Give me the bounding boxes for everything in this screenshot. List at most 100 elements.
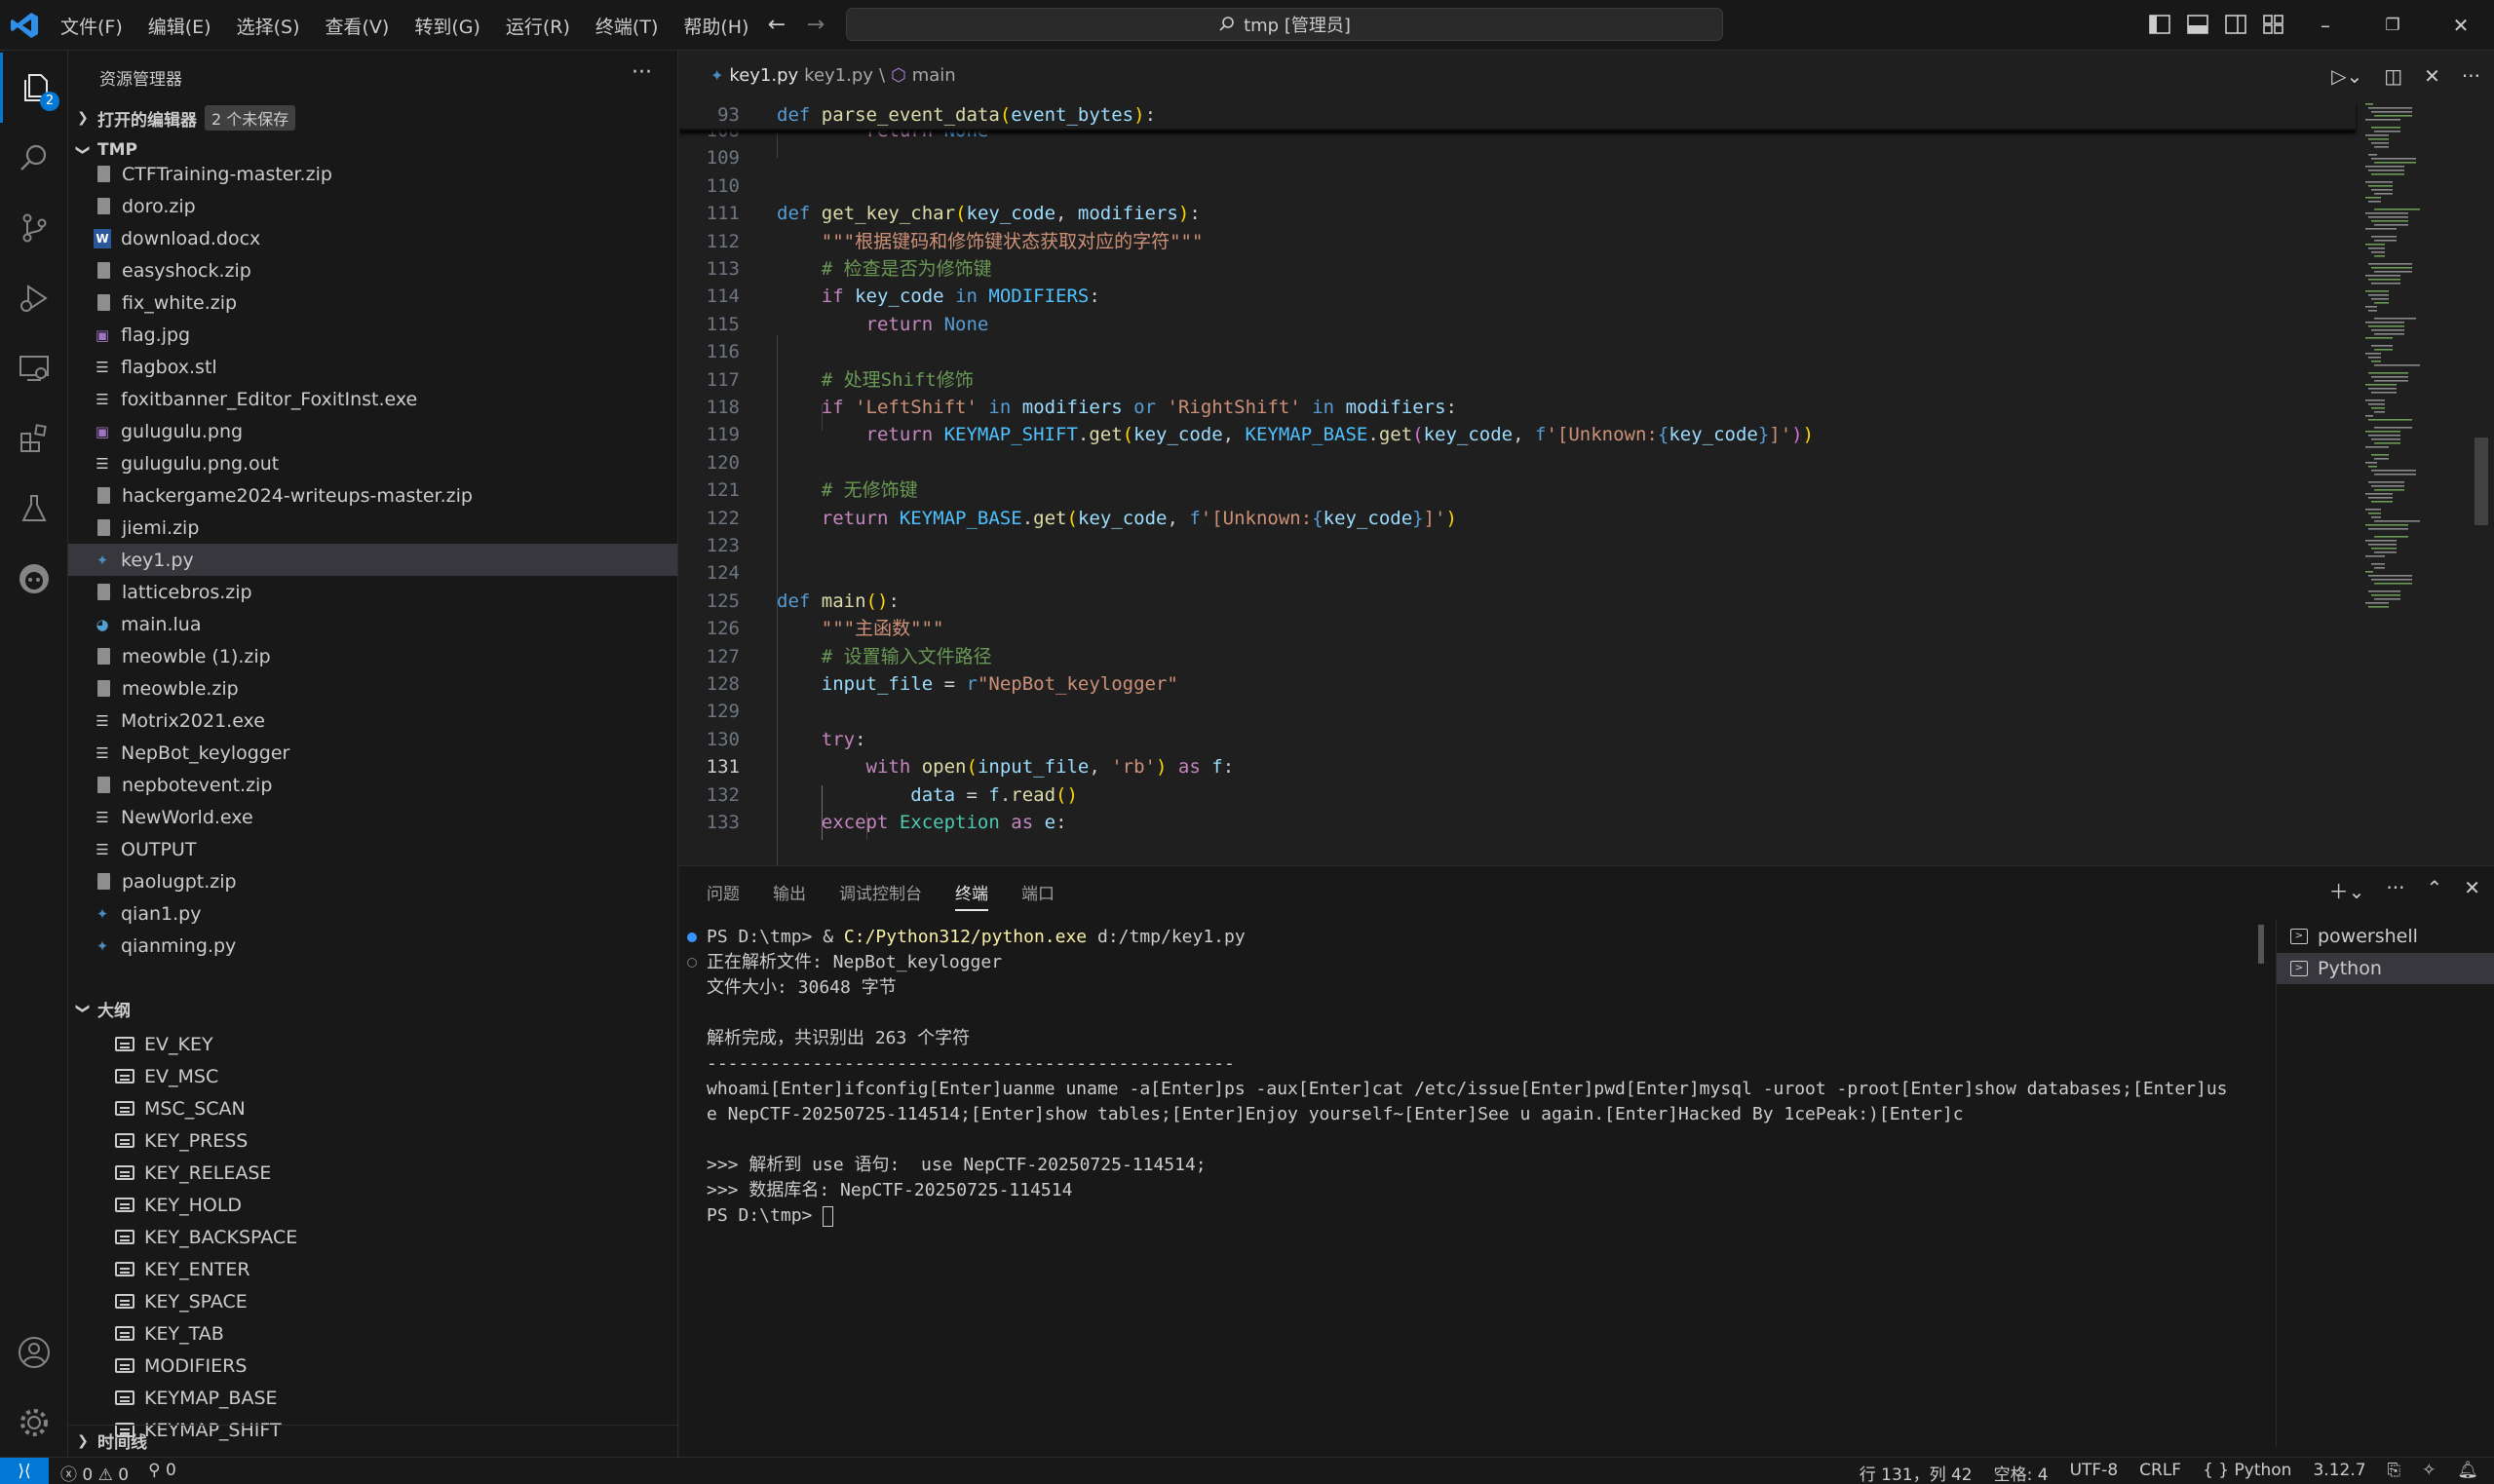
copilot-sparkle-icon[interactable]: ✧ (2422, 1461, 2436, 1484)
toggle-primary-sidebar-icon[interactable] (2148, 14, 2171, 35)
language-mode[interactable]: { } Python (2203, 1461, 2291, 1484)
breadcrumb-file[interactable]: key1.py (804, 65, 873, 86)
file-item[interactable]: ☰ Motrix2021.exe (68, 704, 677, 737)
file-item[interactable]: doro.zip (68, 190, 677, 222)
outline-item[interactable]: KEY_RELEASE (68, 1157, 677, 1189)
file-item[interactable]: ☰ flagbox.stl (68, 351, 677, 383)
close-editor-icon[interactable]: ✕ (2424, 64, 2440, 88)
command-center-search[interactable]: tmp [管理员] (846, 8, 1723, 41)
terminal-instance[interactable]: > Python (2277, 953, 2494, 984)
toggle-panel-icon[interactable] (2186, 14, 2209, 35)
encoding[interactable]: UTF-8 (2070, 1461, 2119, 1484)
command-decoration-icon[interactable] (687, 958, 697, 968)
file-item[interactable]: ☰ NewWorld.exe (68, 801, 677, 833)
file-item[interactable]: CTFTraining-master.zip (68, 158, 677, 190)
testing-activity[interactable] (0, 474, 68, 544)
minimap[interactable] (2363, 101, 2471, 865)
menu-help[interactable]: 帮助(H) (683, 13, 748, 39)
file-item[interactable]: fix_white.zip (68, 286, 677, 319)
terminal-instance[interactable]: > powershell (2277, 921, 2494, 952)
menu-go[interactable]: 转到(G) (414, 13, 480, 39)
toggle-secondary-sidebar-icon[interactable] (2224, 14, 2247, 35)
outline-item[interactable]: EV_KEY (68, 1028, 677, 1060)
tab-problems[interactable]: 问题 (707, 880, 740, 911)
forward-arrow-icon[interactable]: → (803, 13, 828, 38)
tab-terminal[interactable]: 终端 (955, 880, 988, 911)
python-version[interactable]: 3.12.7 (2313, 1461, 2365, 1484)
menu-run[interactable]: 运行(R) (506, 13, 570, 39)
editor-tab-title[interactable]: key1.py (729, 65, 798, 86)
file-item[interactable]: paolugpt.zip (68, 865, 677, 897)
tab-ports[interactable]: 端口 (1021, 880, 1055, 911)
minimize-icon[interactable]: – (2306, 12, 2345, 39)
file-item[interactable]: Wdownload.docx (68, 222, 677, 254)
extensions-activity[interactable] (0, 403, 68, 474)
timeline-section[interactable]: ❯ 时间线 (68, 1425, 677, 1456)
notifications-bell-icon[interactable]: 🔔︎ (2457, 1461, 2478, 1484)
outline-item[interactable]: KEY_SPACE (68, 1285, 677, 1317)
more-actions-icon[interactable]: ··· (2386, 876, 2404, 904)
menu-edit[interactable]: 编辑(E) (148, 13, 211, 39)
file-item[interactable]: ▣ flag.jpg (68, 319, 677, 351)
outline-item[interactable]: MODIFIERS (68, 1350, 677, 1382)
file-item[interactable]: ◕ main.lua (68, 608, 677, 640)
new-terminal-icon[interactable]: ＋⌄ (2329, 876, 2365, 904)
command-decoration-icon[interactable] (687, 932, 697, 942)
run-file-icon[interactable]: ▷⌄ (2331, 64, 2362, 88)
file-item[interactable]: hackergame2024-writeups-master.zip (68, 479, 677, 512)
file-item[interactable]: ✦ qianming.py (68, 930, 677, 962)
copilot-status-icon[interactable]: ⎘ (2388, 1461, 2401, 1484)
file-item[interactable]: ▣ gulugulu.png (68, 415, 677, 447)
outline-item[interactable]: KEY_TAB (68, 1317, 677, 1350)
line-ending[interactable]: CRLF (2139, 1461, 2181, 1484)
outline-item[interactable]: KEY_PRESS (68, 1124, 677, 1157)
split-editor-icon[interactable]: ◫ (2384, 64, 2402, 88)
close-panel-icon[interactable]: ✕ (2464, 876, 2480, 904)
indentation[interactable]: 空格: 4 (1994, 1461, 2049, 1484)
terminal-output[interactable]: PS D:\tmp> & C:/Python312/python.exe d:/… (679, 925, 2268, 1451)
remote-indicator-icon[interactable]: ⟩⟨ (0, 1458, 49, 1484)
menu-file[interactable]: 文件(F) (60, 13, 123, 39)
customize-layout-icon[interactable] (2262, 14, 2285, 35)
file-item[interactable]: ☰ OUTPUT (68, 833, 677, 865)
menu-selection[interactable]: 选择(S) (237, 13, 300, 39)
sticky-scroll-header[interactable]: 93 def parse_event_data(event_bytes): (679, 101, 2356, 131)
menu-view[interactable]: 查看(V) (326, 13, 390, 39)
close-window-icon[interactable]: ✕ (2441, 12, 2480, 39)
accounts-activity[interactable] (0, 1317, 68, 1388)
file-item[interactable]: ✦ qian1.py (68, 897, 677, 930)
file-item[interactable]: meowble.zip (68, 672, 677, 704)
problems-status[interactable]: ⓧ 0 ⚠ 0 (60, 1461, 129, 1484)
copilot-activity[interactable] (0, 544, 68, 614)
file-item[interactable]: meowble (1).zip (68, 640, 677, 672)
terminal-scrollbar[interactable] (2258, 925, 2264, 964)
run-debug-activity[interactable] (0, 263, 68, 333)
file-item[interactable]: ☰ gulugulu.png.out (68, 447, 677, 479)
file-item[interactable]: ☰ NepBot_keylogger (68, 737, 677, 769)
open-editors-section[interactable]: ❯ 打开的编辑器 2 个未保存 (68, 102, 677, 133)
back-arrow-icon[interactable]: ← (764, 13, 789, 38)
menu-terminal[interactable]: 终端(T) (595, 13, 658, 39)
outline-item[interactable]: KEYMAP_BASE (68, 1382, 677, 1414)
manage-activity[interactable] (0, 1388, 68, 1458)
restore-icon[interactable]: ❐ (2373, 12, 2412, 39)
editor-scrollbar-thumb[interactable] (2475, 438, 2488, 525)
outline-item[interactable]: KEY_BACKSPACE (68, 1221, 677, 1253)
tab-debug-console[interactable]: 调试控制台 (839, 880, 922, 911)
maximize-panel-icon[interactable]: ⌃ (2426, 876, 2442, 904)
file-item[interactable]: jiemi.zip (68, 512, 677, 544)
remote-explorer-activity[interactable] (0, 333, 68, 403)
tab-output[interactable]: 输出 (773, 880, 806, 911)
file-item[interactable]: easyshock.zip (68, 254, 677, 286)
cursor-position[interactable]: 行 131，列 42 (1860, 1461, 1973, 1484)
search-activity[interactable] (0, 123, 68, 193)
outline-item[interactable]: MSC_SCAN (68, 1092, 677, 1124)
ports-status[interactable]: ⚲ 0 (148, 1461, 176, 1484)
file-item[interactable]: ☰ foxitbanner_Editor_FoxitInst.exe (68, 383, 677, 415)
source-control-activity[interactable] (0, 193, 68, 263)
file-item[interactable]: ✦ key1.py (68, 544, 677, 576)
outline-item[interactable]: KEY_HOLD (68, 1189, 677, 1221)
code-editor[interactable]: 108 return None 109 110 111 def get_key_char… (679, 101, 2494, 865)
outline-item[interactable]: EV_MSC (68, 1060, 677, 1092)
breadcrumb-symbol[interactable]: main (912, 65, 956, 86)
